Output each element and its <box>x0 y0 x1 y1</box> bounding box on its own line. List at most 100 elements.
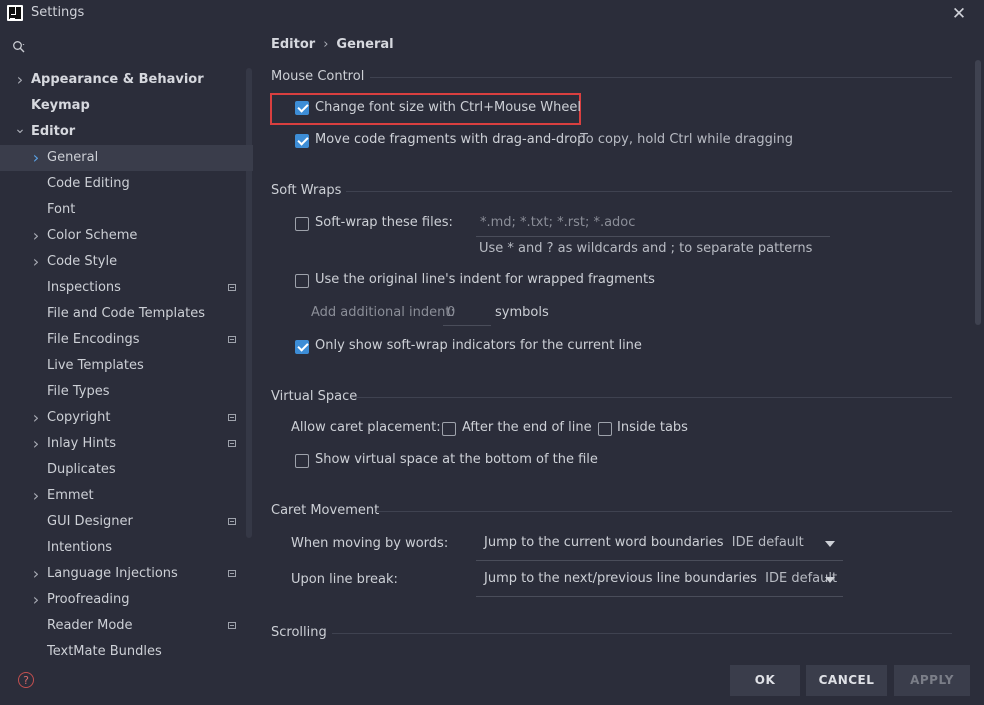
softwrap-indicators-label[interactable]: Only show soft-wrap indicators for the c… <box>315 338 642 353</box>
sidebar-item-label: Proofreading <box>47 592 130 607</box>
sidebar-item-intentions[interactable]: Intentions <box>0 535 253 561</box>
sidebar-item-label: Color Scheme <box>47 228 138 243</box>
project-scope-icon <box>228 622 236 629</box>
sidebar-item-file-encodings[interactable]: File Encodings <box>0 327 253 353</box>
sidebar-item-label: Inspections <box>47 280 121 295</box>
chevron-right-icon[interactable]: › <box>30 405 42 431</box>
sidebar-item-textmate-bundles[interactable]: TextMate Bundles <box>0 639 253 665</box>
project-scope-icon <box>228 336 236 343</box>
sidebar-item-code-style[interactable]: › Code Style <box>0 249 253 275</box>
search-icon[interactable] <box>12 40 26 54</box>
sidebar-item-general[interactable]: › General <box>0 145 253 171</box>
close-icon[interactable]: ✕ <box>950 4 968 24</box>
font-size-ctrl-wheel-label[interactable]: Change font size with Ctrl+Mouse Wheel <box>315 100 581 115</box>
sidebar-item-code-editing[interactable]: Code Editing <box>0 171 253 197</box>
section-divider <box>376 511 952 512</box>
drag-drop-label[interactable]: Move code fragments with drag-and-drop <box>315 132 585 147</box>
sidebar-item-label: Copyright <box>47 410 111 425</box>
sidebar-item-gui-designer[interactable]: GUI Designer <box>0 509 253 535</box>
sidebar-item-label: File and Code Templates <box>47 306 205 321</box>
soft-wrap-files-checkbox[interactable] <box>295 217 309 231</box>
inside-tabs-checkbox[interactable] <box>598 422 612 436</box>
moving-by-words-dropdown[interactable]: Jump to the current word boundaries IDE … <box>476 527 843 561</box>
sidebar-item-file-types[interactable]: File Types <box>0 379 253 405</box>
sidebar-item-label: Emmet <box>47 488 94 503</box>
line-break-label: Upon line break: <box>291 572 398 587</box>
sidebar-item-copyright[interactable]: › Copyright <box>0 405 253 431</box>
chevron-down-icon[interactable]: ⌄ <box>14 119 26 145</box>
sidebar-item-font[interactable]: Font <box>0 197 253 223</box>
breadcrumb-editor[interactable]: Editor <box>271 37 315 52</box>
title-bar: Settings ✕ <box>0 0 984 28</box>
additional-indent-underline <box>443 325 491 326</box>
sidebar-item-live-templates[interactable]: Live Templates <box>0 353 253 379</box>
soft-wrap-files-label[interactable]: Soft-wrap these files: <box>315 215 453 230</box>
font-size-ctrl-wheel-checkbox[interactable] <box>295 101 309 115</box>
caret-placement-label: Allow caret placement: <box>291 420 441 435</box>
ok-button[interactable]: OK <box>730 665 800 696</box>
sidebar-item-label: Reader Mode <box>47 618 133 633</box>
section-soft-wraps: Soft Wraps <box>271 183 342 198</box>
sidebar-item-label: Duplicates <box>47 462 116 477</box>
sidebar-item-label: Intentions <box>47 540 113 555</box>
additional-indent-input[interactable]: 0 <box>447 305 455 320</box>
after-end-of-line-label[interactable]: After the end of line <box>462 420 592 435</box>
virtual-space-bottom-checkbox[interactable] <box>295 454 309 468</box>
section-mouse-control: Mouse Control <box>271 69 365 84</box>
line-break-value: Jump to the next/previous line boundarie… <box>484 571 757 586</box>
help-icon[interactable]: ? <box>18 672 34 688</box>
original-indent-checkbox[interactable] <box>295 274 309 288</box>
virtual-space-bottom-label[interactable]: Show virtual space at the bottom of the … <box>315 452 598 467</box>
soft-wrap-files-input[interactable]: *.md; *.txt; *.rst; *.adoc <box>480 215 635 230</box>
chevron-right-icon[interactable]: › <box>30 483 42 509</box>
chevron-right-icon[interactable]: › <box>30 145 42 171</box>
chevron-right-icon[interactable]: › <box>30 587 42 613</box>
moving-by-words-suffix: IDE default <box>731 535 804 550</box>
project-scope-icon <box>228 570 236 577</box>
sidebar-item-language-injections[interactable]: › Language Injections <box>0 561 253 587</box>
drag-drop-hint: To copy, hold Ctrl while dragging <box>580 132 793 147</box>
original-indent-label[interactable]: Use the original line's indent for wrapp… <box>315 272 655 287</box>
settings-sidebar: › Appearance & Behavior Keymap ⌄ Editor › Gene… <box>0 28 253 705</box>
additional-indent-unit: symbols <box>495 305 549 320</box>
sidebar-item-duplicates[interactable]: Duplicates <box>0 457 253 483</box>
chevron-right-icon[interactable]: › <box>30 561 42 587</box>
sidebar-item-label: File Encodings <box>47 332 140 347</box>
sidebar-item-inlay-hints[interactable]: › Inlay Hints <box>0 431 253 457</box>
sidebar-item-proofreading[interactable]: › Proofreading <box>0 587 253 613</box>
apply-button[interactable]: APPLY <box>894 665 970 696</box>
chevron-right-icon[interactable]: › <box>30 223 42 249</box>
line-break-dropdown[interactable]: Jump to the next/previous line boundarie… <box>476 563 843 597</box>
softwrap-indicators-checkbox[interactable] <box>295 340 309 354</box>
soft-wrap-hint: Use * and ? as wildcards and ; to separa… <box>479 241 813 256</box>
after-end-of-line-checkbox[interactable] <box>442 422 456 436</box>
sidebar-item-reader-mode[interactable]: Reader Mode <box>0 613 253 639</box>
inside-tabs-label[interactable]: Inside tabs <box>617 420 688 435</box>
breadcrumb-separator-icon: › <box>323 37 329 52</box>
sidebar-item-file-and-code-templates[interactable]: File and Code Templates <box>0 301 253 327</box>
section-divider <box>346 191 952 192</box>
sidebar-item-editor[interactable]: ⌄ Editor <box>0 119 253 145</box>
moving-by-words-label: When moving by words: <box>291 536 449 551</box>
section-divider <box>356 397 952 398</box>
sidebar-item-color-scheme[interactable]: › Color Scheme <box>0 223 253 249</box>
cancel-button[interactable]: CANCEL <box>806 665 887 696</box>
moving-by-words-value: Jump to the current word boundaries <box>484 535 724 550</box>
sidebar-item-label: Live Templates <box>47 358 144 373</box>
sidebar-item-emmet[interactable]: › Emmet <box>0 483 253 509</box>
sidebar-item-inspections[interactable]: Inspections <box>0 275 253 301</box>
sidebar-item-label: TextMate Bundles <box>47 644 162 659</box>
drag-drop-checkbox[interactable] <box>295 134 309 148</box>
project-scope-icon <box>228 284 236 291</box>
chevron-right-icon[interactable]: › <box>30 431 42 457</box>
breadcrumb-general: General <box>336 37 394 52</box>
sidebar-item-label: Language Injections <box>47 566 178 581</box>
section-divider <box>332 633 952 634</box>
sidebar-item-appearance-behavior[interactable]: › Appearance & Behavior <box>0 67 253 93</box>
sidebar-item-label: File Types <box>47 384 110 399</box>
chevron-right-icon[interactable]: › <box>14 67 26 93</box>
sidebar-item-keymap[interactable]: Keymap <box>0 93 253 119</box>
main-scrollbar[interactable] <box>975 60 981 325</box>
chevron-right-icon[interactable]: › <box>30 249 42 275</box>
sidebar-item-label: Code Style <box>47 254 118 269</box>
